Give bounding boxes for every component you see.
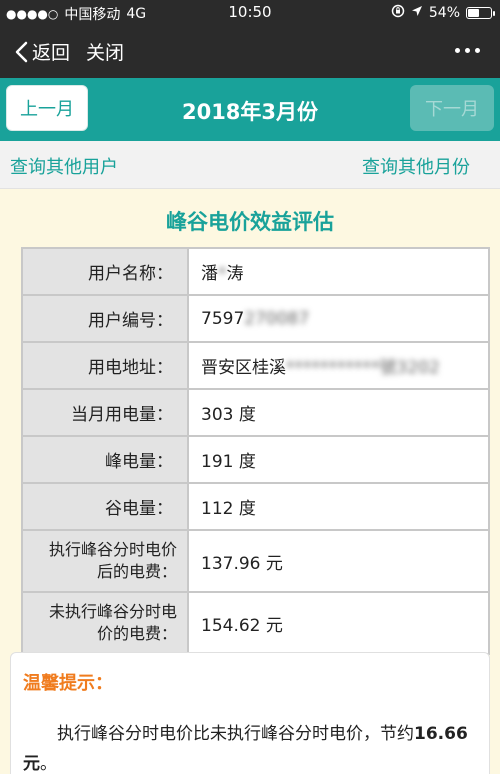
battery-fill [468, 9, 479, 17]
non-tou-fee-value: 154.62 元 [187, 591, 490, 655]
battery-icon [466, 7, 495, 19]
close-button[interactable]: 关闭 [86, 38, 124, 65]
table-row: 用户编号： 7597270087 [21, 294, 490, 343]
month-header: 上一月 2018年3月份 下一月 [0, 78, 500, 141]
table-row: 谷电量： 112 度 [21, 482, 490, 531]
battery-percent: 54% [428, 5, 460, 21]
month-title: 2018年3月份 [181, 100, 319, 124]
status-right: 54% [391, 4, 495, 22]
table-row: 未执行峰谷分时电 价的电费： 154.62 元 [21, 591, 490, 655]
table-row: 峰电量： 191 度 [21, 435, 490, 484]
row-label: 用户名称： [21, 247, 189, 296]
row-label: 峰电量： [21, 435, 189, 484]
tou-fee-value: 137.96 元 [187, 529, 490, 593]
more-icon[interactable] [455, 48, 480, 53]
user-name-value: 潘*涛 [187, 247, 490, 296]
table-row: 用户名称： 潘*涛 [21, 247, 490, 296]
section-title: 峰谷电价效益评估 [166, 210, 334, 234]
table-row: 当月用电量： 303 度 [21, 388, 490, 437]
row-label: 用电地址： [21, 341, 189, 390]
query-other-user-link[interactable]: 查询其他用户 [10, 153, 118, 179]
back-button[interactable]: 返回 [14, 38, 70, 65]
table-row: 用电地址： 晋安区桂溪***********號3202 [21, 341, 490, 390]
tips-box: 温馨提示： 执行峰谷分时电价比未执行峰谷分时电价，节约16.66元。 [10, 652, 490, 774]
next-month-button[interactable]: 下一月 [410, 85, 494, 131]
row-label: 谷电量： [21, 482, 189, 531]
chevron-left-icon [15, 41, 28, 62]
row-label: 当月用电量： [21, 388, 189, 437]
valley-usage-value: 112 度 [187, 482, 490, 531]
peak-usage-value: 191 度 [187, 435, 490, 484]
monthly-usage-value: 303 度 [187, 388, 490, 437]
info-table: 用户名称： 潘*涛 用户编号： 7597270087 用电地址： 晋安区桂溪**… [21, 247, 490, 655]
prev-month-button[interactable]: 上一月 [6, 85, 88, 131]
status-bar: ●●●●○ 中国移动 4G 10:50 54% [0, 0, 500, 26]
row-label: 未执行峰谷分时电 价的电费： [21, 591, 189, 655]
links-row: 查询其他用户 查询其他月份 [0, 141, 500, 189]
user-number-value: 7597270087 [187, 294, 490, 343]
location-icon [411, 5, 423, 21]
nav-bar: 返回 关闭 [0, 26, 500, 78]
rotation-lock-icon [391, 4, 405, 22]
back-label: 返回 [32, 42, 71, 64]
row-label: 执行峰谷分时电价 后的电费： [21, 529, 189, 593]
tips-title: 温馨提示： [23, 673, 113, 694]
address-value: 晋安区桂溪***********號3202 [187, 341, 490, 390]
table-row: 执行峰谷分时电价 后的电费： 137.96 元 [21, 529, 490, 593]
row-label: 用户编号： [21, 294, 189, 343]
tips-text: 执行峰谷分时电价比未执行峰谷分时电价，节约16.66元。 [23, 724, 468, 774]
query-other-month-link[interactable]: 查询其他月份 [362, 153, 470, 179]
